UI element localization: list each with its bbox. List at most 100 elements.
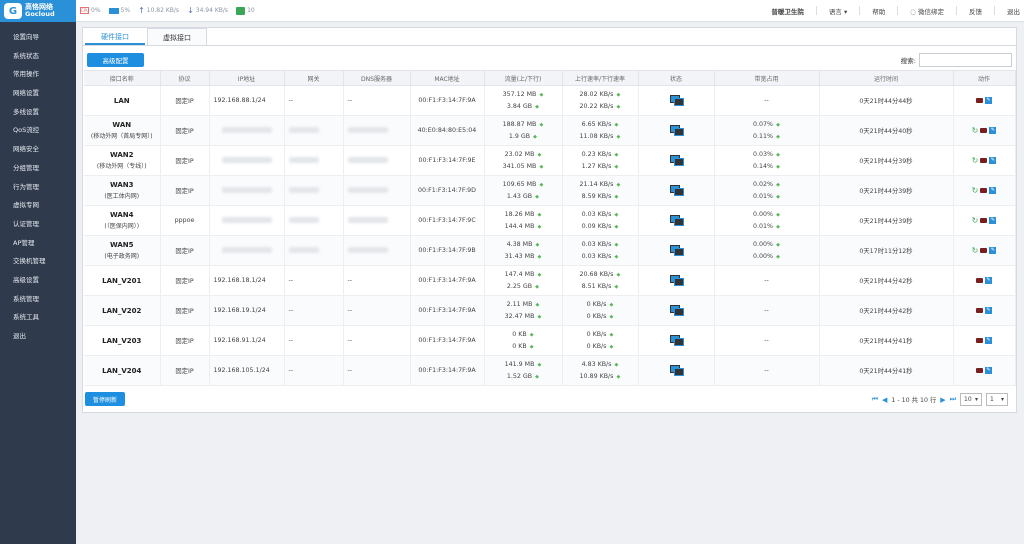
edit-icon[interactable]: ✎ — [989, 187, 997, 194]
sidebar-item[interactable]: 网络安全 — [0, 140, 76, 159]
reconnect-icon[interactable]: ↻ — [972, 156, 979, 165]
sidebar-item[interactable]: 分组管理 — [0, 159, 76, 178]
stop-icon[interactable] — [980, 158, 988, 163]
ip-address: 192.168.19.1/24 — [213, 307, 266, 314]
sidebar-item[interactable]: 高级设置 — [0, 271, 76, 290]
speed-up: 28.02 KB/s — [579, 90, 614, 98]
sidebar-item[interactable]: 退出 — [0, 327, 76, 346]
stop-icon[interactable] — [980, 128, 988, 133]
stop-icon[interactable] — [980, 188, 988, 193]
column-header: IP地址 — [209, 70, 285, 86]
stop-icon[interactable] — [976, 98, 983, 103]
column-header: 上行速率/下行速率 — [562, 70, 639, 86]
stop-icon[interactable] — [980, 248, 988, 253]
wechat-bind-link[interactable]: ◌ 微信绑定 — [910, 6, 944, 16]
sidebar-item[interactable]: 认证管理 — [0, 215, 76, 234]
logo-en: Gocloud — [25, 10, 55, 18]
edit-icon[interactable]: ✎ — [985, 97, 992, 104]
reconnect-icon[interactable]: ↻ — [972, 246, 979, 255]
edit-icon[interactable]: ✎ — [989, 157, 997, 164]
feedback-link[interactable]: 反馈 — [969, 6, 982, 16]
sidebar-item[interactable]: 系统状态 — [0, 47, 76, 66]
reconnect-icon[interactable]: ↻ — [972, 216, 979, 225]
speed-down: 10.89 KB/s — [579, 372, 614, 380]
sidebar-item[interactable]: 虚拟专网 — [0, 196, 76, 215]
search-input[interactable] — [919, 53, 1012, 67]
pause-refresh-button[interactable]: 暂停刷新 — [85, 392, 125, 406]
interface-desc: (（医保内网）) — [104, 223, 140, 230]
sidebar-item[interactable]: 系统工具 — [0, 308, 76, 327]
edit-icon[interactable]: ✎ — [989, 127, 997, 134]
up-indicator-icon — [614, 243, 618, 247]
edit-icon[interactable]: ✎ — [989, 217, 997, 224]
upload-arrow-icon: ↑ — [138, 6, 145, 15]
protocol: 固定IP — [175, 338, 194, 345]
traffic-down: 341.05 MB — [502, 162, 537, 170]
redacted-value — [347, 216, 388, 223]
reconnect-icon[interactable]: ↻ — [972, 126, 979, 135]
down-indicator-icon — [614, 195, 618, 199]
stop-icon[interactable] — [980, 218, 988, 223]
column-header: 运行时间 — [819, 70, 954, 86]
page-size-select[interactable]: 10 ▾ — [960, 393, 982, 406]
mac-address: 00:F1:F3:14:7F:9A — [418, 97, 476, 104]
traffic-up: 0 KB — [512, 330, 527, 338]
logout-link[interactable]: 退出 — [1007, 6, 1020, 16]
column-header: 接口名称 — [84, 70, 161, 86]
edit-icon[interactable]: ✎ — [985, 277, 992, 284]
last-page-icon[interactable]: ⏭ — [950, 395, 956, 404]
advanced-config-button[interactable]: 高级配置 — [87, 53, 144, 67]
mac-address: 40:E0:84:80:E5:04 — [417, 127, 477, 134]
network-connected-icon — [670, 244, 684, 256]
reconnect-icon[interactable]: ↻ — [972, 186, 979, 195]
tab-hardware-interface[interactable]: 硬件接口 — [85, 28, 145, 45]
up-indicator-icon — [609, 303, 613, 307]
edit-icon[interactable]: ✎ — [985, 337, 992, 344]
sidebar-item[interactable]: 多线设置 — [0, 103, 76, 122]
bandwidth-down: 0.01% — [752, 222, 773, 230]
up-indicator-icon — [776, 243, 780, 247]
help-link[interactable]: 帮助 — [872, 6, 885, 16]
mac-address: 00:F1:F3:14:7F:9C — [418, 217, 476, 224]
stop-icon[interactable] — [976, 338, 983, 343]
sidebar-item[interactable]: 网络设置 — [0, 84, 76, 103]
bandwidth-down: 0.14% — [752, 162, 773, 170]
sidebar-item[interactable]: 常用操作 — [0, 65, 76, 84]
up-indicator-icon — [539, 123, 543, 127]
down-indicator-icon — [614, 285, 618, 289]
sidebar-item[interactable]: 设置向导 — [0, 28, 76, 47]
ip-address: 192.168.105.1/24 — [213, 367, 270, 374]
edit-icon[interactable]: ✎ — [985, 307, 992, 314]
network-connected-icon — [670, 184, 684, 196]
language-menu[interactable]: 语言 ▾ — [829, 6, 847, 16]
stop-icon[interactable] — [976, 278, 983, 283]
next-page-icon[interactable]: ▶ — [940, 396, 945, 404]
first-page-icon[interactable]: ⏮ — [872, 395, 878, 404]
sidebar: G 高恪网络 Gocloud 设置向导 系统状态 常用操作 网络设置 多线设置 QoS流控… — [0, 0, 76, 544]
edit-icon[interactable]: ✎ — [989, 247, 997, 254]
table-row: LAN 固定IP 192.168.88.1/24 -- -- 00:F1:F3:14:7F… — [84, 85, 1016, 116]
sidebar-item[interactable]: 系统管理 — [0, 290, 76, 309]
down-indicator-icon — [776, 195, 780, 199]
edit-icon[interactable]: ✎ — [985, 367, 992, 374]
network-connected-icon — [670, 334, 684, 346]
prev-page-icon[interactable]: ◀ — [882, 396, 887, 404]
sidebar-item[interactable]: 行为管理 — [0, 178, 76, 197]
stop-icon[interactable] — [976, 308, 983, 313]
gateway: -- — [288, 337, 294, 344]
ip-address: 192.168.91.1/24 — [213, 337, 266, 344]
tab-virtual-interface[interactable]: 虚拟接口 — [147, 28, 207, 45]
stop-icon[interactable] — [976, 368, 983, 373]
brand-logo[interactable]: G 高恪网络 Gocloud — [0, 0, 76, 22]
speed-down: 0 KB/s — [586, 342, 607, 350]
up-indicator-icon — [535, 243, 539, 247]
down-indicator-icon — [776, 225, 780, 229]
page-select[interactable]: 1 ▾ — [986, 393, 1008, 406]
sidebar-item[interactable]: 交换机管理 — [0, 252, 76, 271]
table-row: LAN_V201 固定IP 192.168.18.1/24 -- -- 00:F1:F3:… — [84, 265, 1016, 296]
up-indicator-icon — [609, 333, 613, 337]
mac-address: 00:F1:F3:14:7F:9A — [418, 307, 476, 314]
sidebar-menu: 设置向导 系统状态 常用操作 网络设置 多线设置 QoS流控 网络安全 分组管理 行为管理 虚拟专… — [0, 22, 76, 346]
sidebar-item[interactable]: AP管理 — [0, 234, 76, 253]
sidebar-item[interactable]: QoS流控 — [0, 121, 76, 140]
